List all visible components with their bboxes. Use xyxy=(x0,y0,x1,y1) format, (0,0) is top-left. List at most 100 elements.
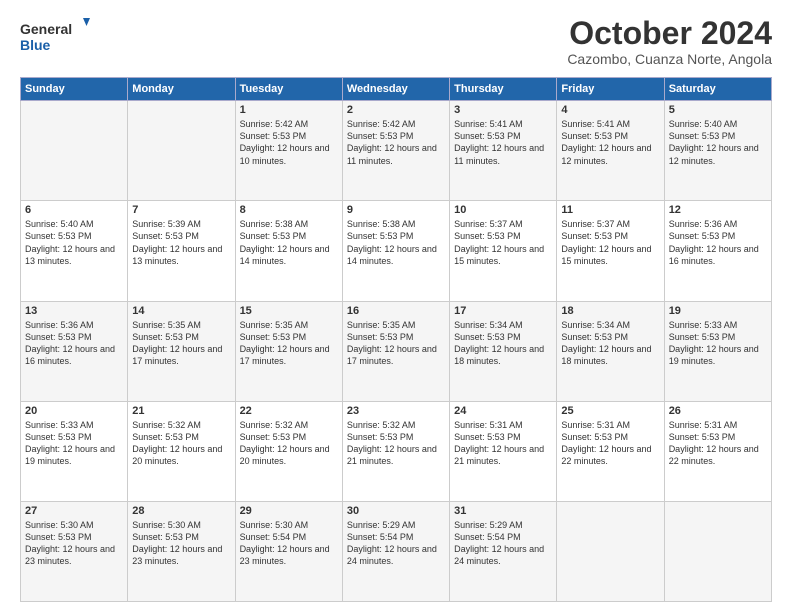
calendar-cell: 18 Sunrise: 5:34 AMSunset: 5:53 PMDaylig… xyxy=(557,301,664,401)
calendar-cell: 31 Sunrise: 5:29 AMSunset: 5:54 PMDaylig… xyxy=(450,501,557,601)
header: General Blue October 2024 Cazombo, Cuanz… xyxy=(20,16,772,67)
calendar-cell: 17 Sunrise: 5:34 AMSunset: 5:53 PMDaylig… xyxy=(450,301,557,401)
day-number: 10 xyxy=(454,204,552,216)
cell-info: Sunrise: 5:35 AMSunset: 5:53 PMDaylight:… xyxy=(347,320,437,366)
day-number: 29 xyxy=(240,505,338,517)
day-number: 2 xyxy=(347,104,445,116)
logo: General Blue xyxy=(20,16,90,56)
cell-info: Sunrise: 5:41 AMSunset: 5:53 PMDaylight:… xyxy=(561,119,651,165)
day-number: 11 xyxy=(561,204,659,216)
calendar-cell: 14 Sunrise: 5:35 AMSunset: 5:53 PMDaylig… xyxy=(128,301,235,401)
cell-info: Sunrise: 5:29 AMSunset: 5:54 PMDaylight:… xyxy=(454,520,544,566)
calendar-day-header: Monday xyxy=(128,78,235,101)
calendar-cell: 2 Sunrise: 5:42 AMSunset: 5:53 PMDayligh… xyxy=(342,101,449,201)
cell-info: Sunrise: 5:31 AMSunset: 5:53 PMDaylight:… xyxy=(454,420,544,466)
day-number: 14 xyxy=(132,305,230,317)
cell-info: Sunrise: 5:38 AMSunset: 5:53 PMDaylight:… xyxy=(347,219,437,265)
calendar-cell: 1 Sunrise: 5:42 AMSunset: 5:53 PMDayligh… xyxy=(235,101,342,201)
cell-info: Sunrise: 5:32 AMSunset: 5:53 PMDaylight:… xyxy=(240,420,330,466)
cell-info: Sunrise: 5:32 AMSunset: 5:53 PMDaylight:… xyxy=(132,420,222,466)
cell-info: Sunrise: 5:38 AMSunset: 5:53 PMDaylight:… xyxy=(240,219,330,265)
day-number: 21 xyxy=(132,405,230,417)
day-number: 20 xyxy=(25,405,123,417)
calendar-week-row: 13 Sunrise: 5:36 AMSunset: 5:53 PMDaylig… xyxy=(21,301,772,401)
cell-info: Sunrise: 5:29 AMSunset: 5:54 PMDaylight:… xyxy=(347,520,437,566)
logo-svg: General Blue xyxy=(20,16,90,56)
cell-info: Sunrise: 5:35 AMSunset: 5:53 PMDaylight:… xyxy=(240,320,330,366)
cell-info: Sunrise: 5:40 AMSunset: 5:53 PMDaylight:… xyxy=(669,119,759,165)
day-number: 5 xyxy=(669,104,767,116)
cell-info: Sunrise: 5:42 AMSunset: 5:53 PMDaylight:… xyxy=(240,119,330,165)
cell-info: Sunrise: 5:42 AMSunset: 5:53 PMDaylight:… xyxy=(347,119,437,165)
calendar-cell xyxy=(128,101,235,201)
cell-info: Sunrise: 5:34 AMSunset: 5:53 PMDaylight:… xyxy=(561,320,651,366)
calendar-cell: 30 Sunrise: 5:29 AMSunset: 5:54 PMDaylig… xyxy=(342,501,449,601)
cell-info: Sunrise: 5:33 AMSunset: 5:53 PMDaylight:… xyxy=(25,420,115,466)
cell-info: Sunrise: 5:36 AMSunset: 5:53 PMDaylight:… xyxy=(25,320,115,366)
day-number: 23 xyxy=(347,405,445,417)
calendar-cell: 24 Sunrise: 5:31 AMSunset: 5:53 PMDaylig… xyxy=(450,401,557,501)
cell-info: Sunrise: 5:40 AMSunset: 5:53 PMDaylight:… xyxy=(25,219,115,265)
day-number: 1 xyxy=(240,104,338,116)
calendar-cell: 9 Sunrise: 5:38 AMSunset: 5:53 PMDayligh… xyxy=(342,201,449,301)
calendar-cell: 23 Sunrise: 5:32 AMSunset: 5:53 PMDaylig… xyxy=(342,401,449,501)
calendar-week-row: 27 Sunrise: 5:30 AMSunset: 5:53 PMDaylig… xyxy=(21,501,772,601)
day-number: 28 xyxy=(132,505,230,517)
day-number: 25 xyxy=(561,405,659,417)
calendar-cell: 8 Sunrise: 5:38 AMSunset: 5:53 PMDayligh… xyxy=(235,201,342,301)
day-number: 27 xyxy=(25,505,123,517)
calendar-cell: 22 Sunrise: 5:32 AMSunset: 5:53 PMDaylig… xyxy=(235,401,342,501)
calendar-cell: 16 Sunrise: 5:35 AMSunset: 5:53 PMDaylig… xyxy=(342,301,449,401)
cell-info: Sunrise: 5:36 AMSunset: 5:53 PMDaylight:… xyxy=(669,219,759,265)
calendar-cell xyxy=(664,501,771,601)
day-number: 6 xyxy=(25,204,123,216)
calendar-day-header: Tuesday xyxy=(235,78,342,101)
day-number: 3 xyxy=(454,104,552,116)
day-number: 30 xyxy=(347,505,445,517)
cell-info: Sunrise: 5:37 AMSunset: 5:53 PMDaylight:… xyxy=(454,219,544,265)
cell-info: Sunrise: 5:39 AMSunset: 5:53 PMDaylight:… xyxy=(132,219,222,265)
cell-info: Sunrise: 5:32 AMSunset: 5:53 PMDaylight:… xyxy=(347,420,437,466)
cell-info: Sunrise: 5:30 AMSunset: 5:54 PMDaylight:… xyxy=(240,520,330,566)
cell-info: Sunrise: 5:35 AMSunset: 5:53 PMDaylight:… xyxy=(132,320,222,366)
cell-info: Sunrise: 5:31 AMSunset: 5:53 PMDaylight:… xyxy=(561,420,651,466)
calendar-cell: 26 Sunrise: 5:31 AMSunset: 5:53 PMDaylig… xyxy=(664,401,771,501)
calendar-cell: 29 Sunrise: 5:30 AMSunset: 5:54 PMDaylig… xyxy=(235,501,342,601)
day-number: 16 xyxy=(347,305,445,317)
calendar-cell: 13 Sunrise: 5:36 AMSunset: 5:53 PMDaylig… xyxy=(21,301,128,401)
calendar-cell xyxy=(21,101,128,201)
calendar-day-header: Sunday xyxy=(21,78,128,101)
day-number: 22 xyxy=(240,405,338,417)
day-number: 15 xyxy=(240,305,338,317)
day-number: 19 xyxy=(669,305,767,317)
calendar-day-header: Wednesday xyxy=(342,78,449,101)
cell-info: Sunrise: 5:34 AMSunset: 5:53 PMDaylight:… xyxy=(454,320,544,366)
calendar-day-header: Friday xyxy=(557,78,664,101)
cell-info: Sunrise: 5:41 AMSunset: 5:53 PMDaylight:… xyxy=(454,119,544,165)
calendar-cell: 7 Sunrise: 5:39 AMSunset: 5:53 PMDayligh… xyxy=(128,201,235,301)
title-area: October 2024 Cazombo, Cuanza Norte, Ango… xyxy=(567,16,772,67)
calendar-cell: 11 Sunrise: 5:37 AMSunset: 5:53 PMDaylig… xyxy=(557,201,664,301)
calendar-cell: 21 Sunrise: 5:32 AMSunset: 5:53 PMDaylig… xyxy=(128,401,235,501)
day-number: 9 xyxy=(347,204,445,216)
day-number: 13 xyxy=(25,305,123,317)
calendar-cell: 6 Sunrise: 5:40 AMSunset: 5:53 PMDayligh… xyxy=(21,201,128,301)
month-title: October 2024 xyxy=(567,16,772,51)
svg-text:Blue: Blue xyxy=(20,37,51,53)
day-number: 12 xyxy=(669,204,767,216)
calendar-cell xyxy=(557,501,664,601)
calendar-cell: 12 Sunrise: 5:36 AMSunset: 5:53 PMDaylig… xyxy=(664,201,771,301)
day-number: 31 xyxy=(454,505,552,517)
day-number: 8 xyxy=(240,204,338,216)
cell-info: Sunrise: 5:37 AMSunset: 5:53 PMDaylight:… xyxy=(561,219,651,265)
calendar-cell: 3 Sunrise: 5:41 AMSunset: 5:53 PMDayligh… xyxy=(450,101,557,201)
day-number: 26 xyxy=(669,405,767,417)
day-number: 4 xyxy=(561,104,659,116)
calendar-week-row: 20 Sunrise: 5:33 AMSunset: 5:53 PMDaylig… xyxy=(21,401,772,501)
calendar-cell: 4 Sunrise: 5:41 AMSunset: 5:53 PMDayligh… xyxy=(557,101,664,201)
calendar-cell: 5 Sunrise: 5:40 AMSunset: 5:53 PMDayligh… xyxy=(664,101,771,201)
calendar-table: SundayMondayTuesdayWednesdayThursdayFrid… xyxy=(20,77,772,602)
calendar-week-row: 1 Sunrise: 5:42 AMSunset: 5:53 PMDayligh… xyxy=(21,101,772,201)
svg-text:General: General xyxy=(20,21,72,37)
calendar-cell: 27 Sunrise: 5:30 AMSunset: 5:53 PMDaylig… xyxy=(21,501,128,601)
